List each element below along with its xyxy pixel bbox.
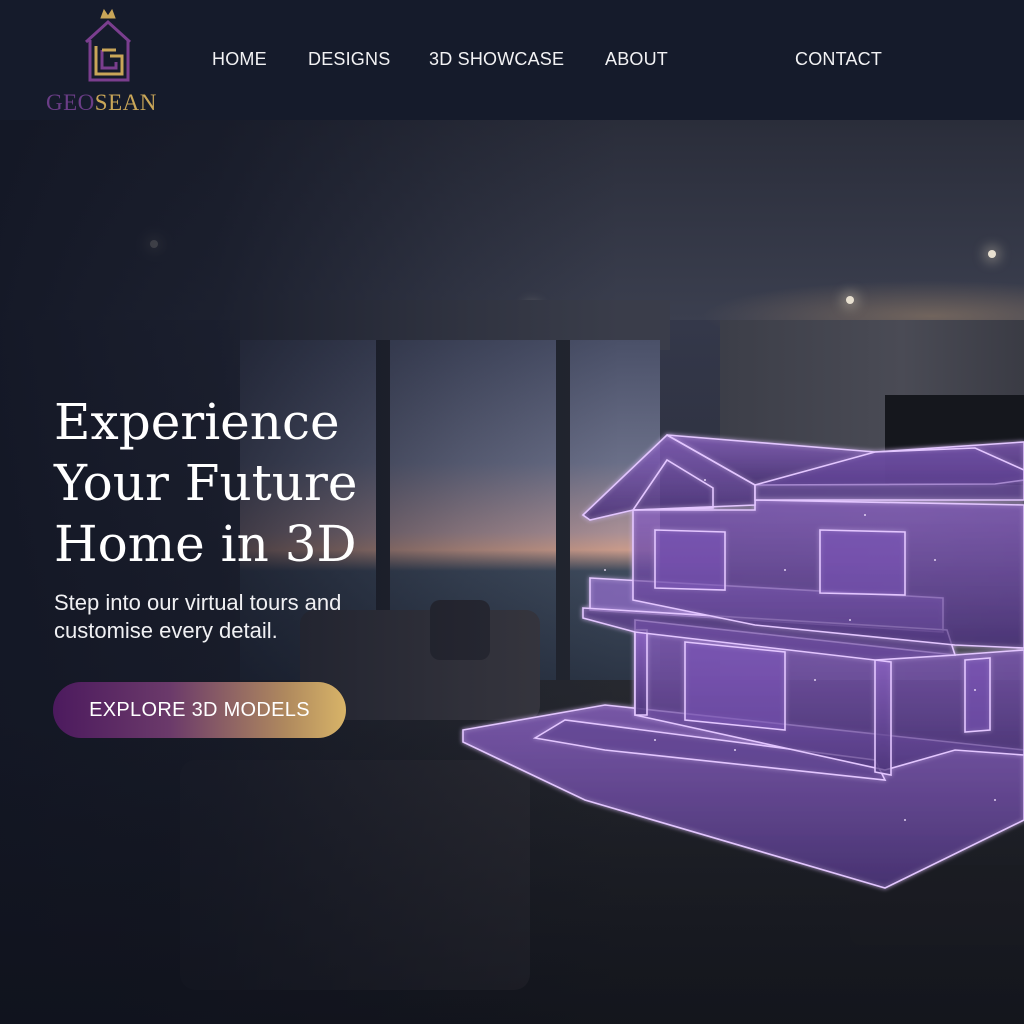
- brand-logo[interactable]: GEOSEAN: [46, 6, 170, 116]
- hero-subtitle: Step into our virtual tours and customis…: [54, 589, 434, 645]
- hero-title-line: Home in 3D: [54, 515, 357, 573]
- hero-title: Experience Your Future Home in 3D: [54, 392, 454, 575]
- brand-wordmark-part1: GEO: [46, 90, 95, 115]
- crowned-house-g-monogram-icon: [84, 8, 132, 82]
- explore-3d-models-button[interactable]: EXPLORE 3D MODELS: [53, 682, 346, 738]
- house-hologram-illustration: [462, 434, 1024, 889]
- hero-title-line: Experience: [54, 393, 340, 451]
- house-upper-window: [654, 529, 726, 591]
- nav-home-link[interactable]: HOME: [212, 48, 267, 70]
- ceiling-spotlight: [988, 250, 996, 258]
- ceiling-spotlight: [846, 296, 854, 304]
- nav-about-link[interactable]: ABOUT: [605, 48, 668, 70]
- brand-wordmark: GEOSEAN: [46, 90, 170, 116]
- house-column: [634, 629, 648, 716]
- hero-subtitle-line: Step into our virtual tours and: [54, 590, 342, 615]
- house-column: [874, 659, 892, 776]
- hero-subtitle-line: customise every detail.: [54, 618, 278, 643]
- house-upper-window: [819, 529, 906, 596]
- nav-3d-showcase-link[interactable]: 3D SHOWCASE: [429, 48, 564, 70]
- brand-wordmark-part2: SEAN: [94, 90, 157, 115]
- hero-title-line: Your Future: [54, 454, 358, 512]
- house-glass-door: [964, 657, 991, 733]
- nav-designs-link[interactable]: DESIGNS: [308, 48, 390, 70]
- house-glass-door: [684, 641, 786, 731]
- top-navigation-bar: GEOSEAN HOME DESIGNS 3D SHOWCASE ABOUT C…: [0, 0, 1024, 120]
- nav-contact-link[interactable]: CONTACT: [795, 48, 882, 70]
